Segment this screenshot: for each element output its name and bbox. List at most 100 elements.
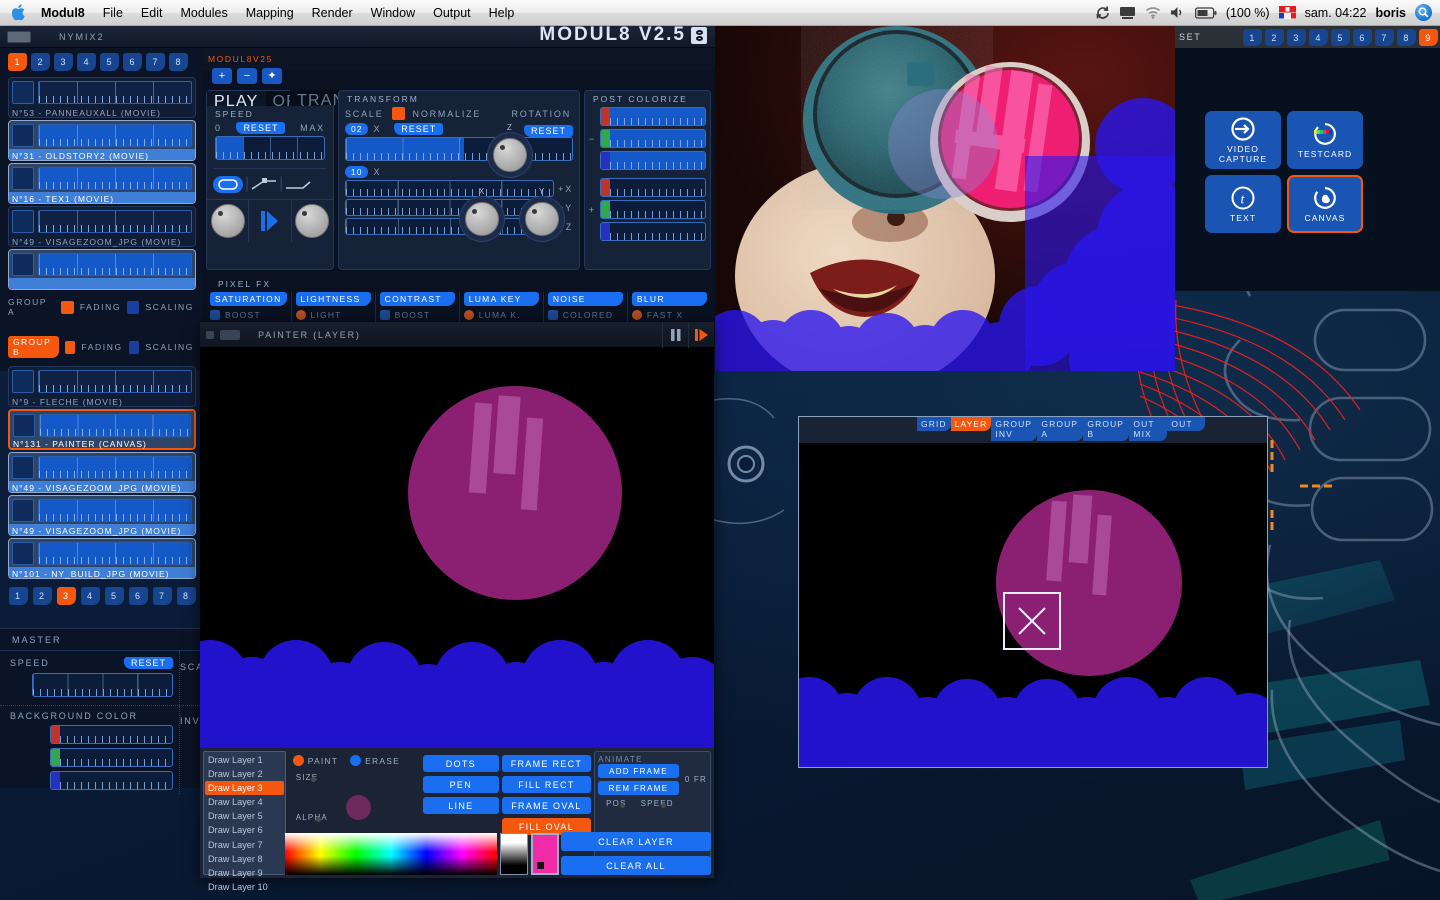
layer-opacity-slider[interactable] xyxy=(38,542,192,565)
media-set-num-6[interactable]: 6 xyxy=(1353,29,1372,46)
media-button-grid[interactable]: VIDEO CAPTURE TESTCARD t TEXT CANVAS xyxy=(1205,111,1363,233)
layer-thumbnail[interactable] xyxy=(12,370,34,393)
fx-option[interactable]: COLORED xyxy=(547,310,623,320)
sync-icon[interactable] xyxy=(1095,5,1110,20)
ramp-icon[interactable] xyxy=(251,177,277,191)
canvas-tab-group-inv[interactable]: GROUP INV xyxy=(991,417,1038,441)
play-transport-row[interactable] xyxy=(207,199,333,242)
tool-pen-button[interactable]: PEN xyxy=(422,776,499,793)
colorize-plus-r[interactable] xyxy=(600,178,706,197)
painter-pause-button[interactable] xyxy=(662,321,688,348)
tool-frame-rect-button[interactable]: FRAME RECT xyxy=(501,755,592,772)
fx-option[interactable]: LUMA K. xyxy=(463,310,539,320)
media-set-num-3[interactable]: 3 xyxy=(1287,29,1306,46)
media-button-video-capture[interactable]: VIDEO CAPTURE xyxy=(1205,111,1281,169)
media-set-num-5[interactable]: 5 xyxy=(1331,29,1350,46)
layer-thumbnail[interactable] xyxy=(12,499,34,522)
colorize-plus-sliders[interactable] xyxy=(600,178,706,241)
bank-button-7[interactable]: 7 xyxy=(146,53,165,71)
media-set-window[interactable]: SET 1 2 3 4 5 6 7 8 9 VIDEO CAPTURE TEST… xyxy=(1175,26,1440,291)
canvas-tab-group-a[interactable]: GROUP A xyxy=(1037,417,1084,441)
radio-icon[interactable] xyxy=(463,310,474,320)
paint-mode-option[interactable]: PAINT xyxy=(292,755,338,766)
bankb-button-1[interactable]: 1 xyxy=(8,587,28,605)
layer-thumbnail[interactable] xyxy=(12,456,34,479)
radio-icon[interactable] xyxy=(631,310,642,320)
clear-all-button[interactable]: CLEAR ALL xyxy=(561,856,711,875)
group-b-layer-list[interactable]: N°9 - FLECHE (MOVIE) N°131 - PAINTER (CA… xyxy=(0,363,202,579)
menu-item-mapping[interactable]: Mapping xyxy=(237,0,303,26)
add-frame-button[interactable]: ADD FRAME xyxy=(598,764,679,778)
paint-erase-row[interactable]: PAINT ERASE xyxy=(289,751,420,766)
tool-fill-rect-button[interactable]: FILL RECT xyxy=(501,776,592,793)
radio-icon[interactable] xyxy=(295,310,306,320)
colorize-plus-b[interactable] xyxy=(600,222,706,241)
rotation-y-knob[interactable] xyxy=(519,196,565,242)
loop-icon[interactable] xyxy=(213,175,243,193)
layer-row[interactable]: N°53 - PANNEAUXALL (MOVIE) xyxy=(8,77,196,118)
colorize-minus-sliders[interactable] xyxy=(600,107,706,170)
layer-thumbnail[interactable] xyxy=(13,414,35,437)
layer-row[interactable]: N°16 - TEX1 (MOVIE) xyxy=(8,163,196,204)
group-a-label[interactable]: GROUP A xyxy=(8,297,55,317)
wifi-icon[interactable] xyxy=(1145,6,1161,19)
colorize-minus-b[interactable] xyxy=(600,151,706,170)
layer-opacity-slider[interactable] xyxy=(38,456,192,479)
fx-option[interactable]: LIGHT xyxy=(295,310,371,320)
draw-layer-item[interactable]: Draw Layer 8 xyxy=(205,852,284,866)
menubar-clock[interactable]: sam. 04:22 xyxy=(1305,6,1367,20)
offset-value[interactable]: 10 xyxy=(345,166,369,178)
layer-opacity-slider[interactable] xyxy=(38,210,192,233)
media-button-text[interactable]: t TEXT xyxy=(1205,175,1281,233)
battery-icon[interactable] xyxy=(1194,6,1217,19)
layer-thumbnail[interactable] xyxy=(12,81,34,104)
painter-play-button[interactable] xyxy=(688,321,714,348)
speed-control[interactable]: SPEED xyxy=(641,799,674,808)
media-set-num-7[interactable]: 7 xyxy=(1375,29,1394,46)
layer-thumbnail[interactable] xyxy=(12,124,34,147)
bankb-button-5[interactable]: 5 xyxy=(104,587,124,605)
layer-row-active[interactable]: N°131 - PAINTER (CANVAS) xyxy=(8,409,196,450)
painter-close-button[interactable] xyxy=(206,330,214,339)
draw-layer-item[interactable]: Draw Layer 1 xyxy=(205,753,284,767)
checkbox-icon[interactable] xyxy=(379,310,390,320)
layer-row[interactable]: N°49 - VISAGEZOOM_JPG (MOVIE) xyxy=(8,206,196,247)
alpha-control[interactable]: ALPHA xyxy=(296,813,328,822)
fading-swatch-icon[interactable] xyxy=(64,340,76,354)
bankb-button-7[interactable]: 7 xyxy=(152,587,172,605)
tool-dots-button[interactable]: DOTS xyxy=(422,755,499,772)
bankb-button-4[interactable]: 4 xyxy=(80,587,100,605)
play-icon[interactable] xyxy=(260,210,279,232)
fx-option[interactable]: BOOST xyxy=(210,310,287,320)
draw-layer-item[interactable]: Draw Layer 10 xyxy=(205,880,284,894)
canvas-output-window[interactable]: GRID LAYER GROUP INV GROUP A GROUP B OUT… xyxy=(798,416,1268,768)
menu-item-window[interactable]: Window xyxy=(362,0,424,26)
clear-layer-button[interactable]: CLEAR LAYER xyxy=(561,832,711,851)
bankb-button-2[interactable]: 2 xyxy=(32,587,52,605)
layer-row[interactable]: N°49 - VISAGEZOOM_JPG (MOVIE) xyxy=(8,452,196,493)
tab-play[interactable]: PLAY xyxy=(207,91,266,110)
master-speed-slider[interactable] xyxy=(32,673,173,697)
media-button-testcard[interactable]: TESTCARD xyxy=(1287,111,1363,169)
master-speed-reset[interactable]: RESET xyxy=(123,657,173,669)
fading-swatch-icon[interactable] xyxy=(61,300,74,314)
apple-logo-icon[interactable] xyxy=(6,4,32,21)
add-remove-buttons[interactable]: + − ✦ xyxy=(212,68,282,84)
bank-button-6[interactable]: 6 xyxy=(123,53,142,71)
menu-item-file[interactable]: File xyxy=(94,0,132,26)
brightness-slider[interactable] xyxy=(500,833,528,875)
media-set-num-1[interactable]: 1 xyxy=(1243,29,1262,46)
bankb-button-8[interactable]: 8 xyxy=(176,587,196,605)
layer-thumbnail[interactable] xyxy=(12,253,34,276)
paint-radio-icon[interactable] xyxy=(292,755,304,766)
layer-opacity-slider[interactable] xyxy=(38,253,192,276)
menu-item-modules[interactable]: Modules xyxy=(171,0,236,26)
ramp-flat-icon[interactable] xyxy=(285,177,311,191)
layer-opacity-slider[interactable] xyxy=(38,370,192,393)
scaling-swatch-icon[interactable] xyxy=(127,300,140,314)
macos-menubar[interactable]: Modul8 File Edit Modules Mapping Render … xyxy=(0,0,1440,26)
painter-transport[interactable] xyxy=(662,321,714,348)
menu-item-modul8[interactable]: Modul8 xyxy=(32,0,94,26)
canvas-output-view[interactable] xyxy=(799,443,1267,767)
speed-reset-button[interactable]: RESET xyxy=(236,122,286,134)
